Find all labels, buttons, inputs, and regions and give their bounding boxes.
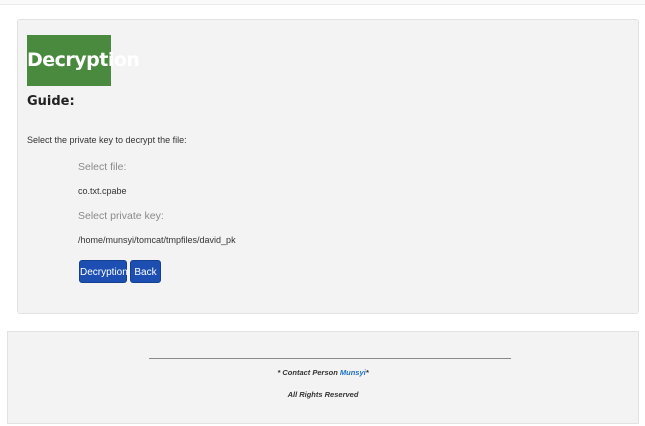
instruction-text: Select the private key to decrypt the fi… <box>27 135 187 145</box>
footer: * Contact Person Munsyi* All Rights Rese… <box>7 331 639 424</box>
top-border <box>0 0 645 5</box>
select-private-key-label: Select private key: <box>78 210 164 222</box>
guide-heading: Guide: <box>27 94 75 109</box>
contact-person-link[interactable]: Munsyi <box>340 368 366 377</box>
selected-file-value: co.txt.cpabe <box>78 186 127 196</box>
contact-line: * Contact Person Munsyi* <box>8 368 638 377</box>
footer-divider <box>149 358 511 359</box>
decryption-panel: Decryption Guide: Select the private key… <box>17 19 639 314</box>
select-file-label: Select file: <box>78 161 127 173</box>
contact-prefix: * Contact Person <box>277 368 340 377</box>
contact-suffix: * <box>365 368 369 377</box>
decryption-button[interactable]: Decryption <box>79 260 128 283</box>
selected-private-key-value: /home/munsyi/tomcat/tmpfiles/david_pk <box>78 235 236 245</box>
copyright-text: All Rights Reserved <box>287 390 359 399</box>
page-title: Decryption <box>27 35 140 86</box>
back-button[interactable]: Back <box>130 260 161 283</box>
